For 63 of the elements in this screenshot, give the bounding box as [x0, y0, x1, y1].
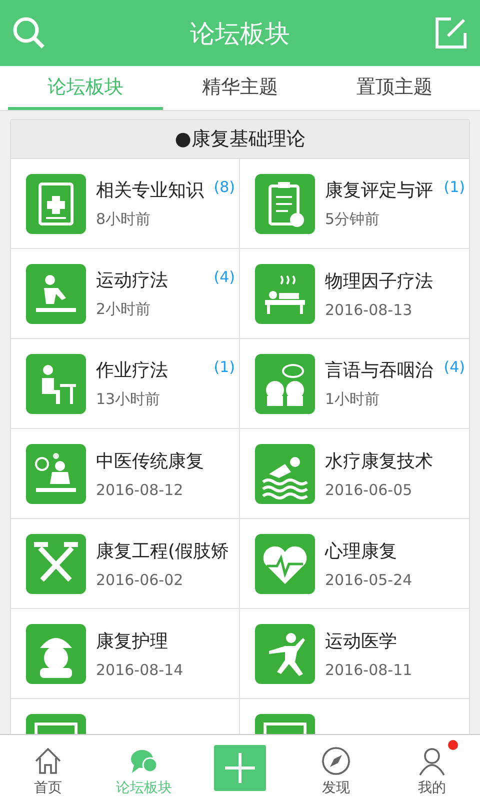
tab[interactable]: 精华主题 — [162, 66, 318, 110]
board-title: 中医传统康复 — [96, 450, 204, 472]
book-plus-icon — [26, 174, 86, 234]
board-title: 言语与吞咽治 — [325, 359, 433, 382]
last-post-time: 2016-05-24 — [325, 570, 414, 588]
add-button[interactable] — [214, 744, 266, 790]
board-item[interactable]: 运动疗法 (4) 2小时前 — [11, 249, 240, 339]
heart-pulse-icon — [255, 534, 315, 594]
board-title: 心理康复 — [325, 540, 397, 562]
post-count: (4) — [444, 358, 465, 376]
desk-figure-icon — [26, 354, 86, 414]
board-title: 康复护理 — [96, 630, 168, 652]
header-title: 论坛板块 — [190, 18, 290, 50]
board-item[interactable]: 康复工程(假肢矫 2016-06-02 — [11, 519, 240, 609]
last-post-time: 2016-08-13 — [325, 300, 414, 318]
board-item[interactable]: 作业疗法 (1) 13小时前 — [11, 339, 240, 429]
board-title: 运动疗法 — [96, 269, 168, 292]
tab[interactable]: 置顶主题 — [317, 66, 472, 110]
board-item[interactable]: 相关专业知识 (8) 8小时前 — [11, 159, 240, 249]
last-post-time: 2016-06-05 — [325, 480, 414, 498]
post-count: (1) — [214, 358, 235, 376]
board-item[interactable]: 物理因子疗法 2016-08-13 — [240, 249, 469, 339]
last-post-time: 5分钟前 — [325, 210, 381, 229]
figure-icon — [26, 264, 86, 324]
last-post-time: 2016-08-12 — [96, 480, 184, 498]
last-post-time: 8小时前 — [96, 210, 152, 229]
last-post-time: 2016-08-14 — [96, 660, 184, 678]
compass-icon — [320, 744, 352, 776]
figure-icon — [26, 444, 86, 504]
board-title: 运动医学 — [325, 630, 397, 652]
post-count: (4) — [214, 268, 235, 286]
edit-icon[interactable] — [434, 16, 468, 50]
board-title: 作业疗法 — [96, 359, 168, 382]
board-title: 康复评定与评 — [325, 179, 433, 202]
board-item[interactable]: 心理康复 2016-05-24 — [240, 519, 469, 609]
last-post-time: 2016-08-11 — [325, 660, 414, 678]
bed-figure-icon — [255, 264, 315, 324]
board-item[interactable]: 水疗康复技术 2016-06-05 — [240, 429, 469, 519]
board-item[interactable]: 康复护理 2016-08-14 — [11, 609, 240, 699]
board-item[interactable]: 运动医学 2016-08-11 — [240, 609, 469, 699]
last-post-time: 2016-06-02 — [96, 570, 184, 588]
nav-tab[interactable]: 首页 — [0, 738, 96, 796]
board-item[interactable]: 中医传统康复 2016-08-12 — [11, 429, 240, 519]
heads-speech-icon — [255, 354, 315, 414]
crutches-icon — [26, 534, 86, 594]
section-title: ●康复基础理论 — [11, 120, 469, 159]
post-count: (8) — [214, 178, 235, 196]
nav-tab[interactable]: 我的 — [384, 738, 480, 796]
figure-icon — [255, 624, 315, 684]
board-item[interactable]: 言语与吞咽治 (4) 1小时前 — [240, 339, 469, 429]
search-icon[interactable] — [12, 16, 46, 50]
post-count: (1) — [444, 178, 465, 196]
board-title: 康复工程(假肢矫 — [96, 540, 230, 562]
last-post-time: 2小时前 — [96, 300, 152, 319]
board-title: 相关专业知识 — [96, 179, 204, 202]
last-post-time: 13小时前 — [96, 390, 162, 409]
swimmer-icon — [255, 444, 315, 504]
clipboard-check-icon — [255, 174, 315, 234]
board-title: 水疗康复技术 — [325, 450, 433, 472]
last-post-time: 1小时前 — [325, 390, 381, 409]
nav-tab[interactable]: 发现 — [288, 738, 384, 796]
board-item[interactable]: 康复评定与评 (1) 5分钟前 — [240, 159, 469, 249]
board-title: 物理因子疗法 — [325, 270, 433, 292]
